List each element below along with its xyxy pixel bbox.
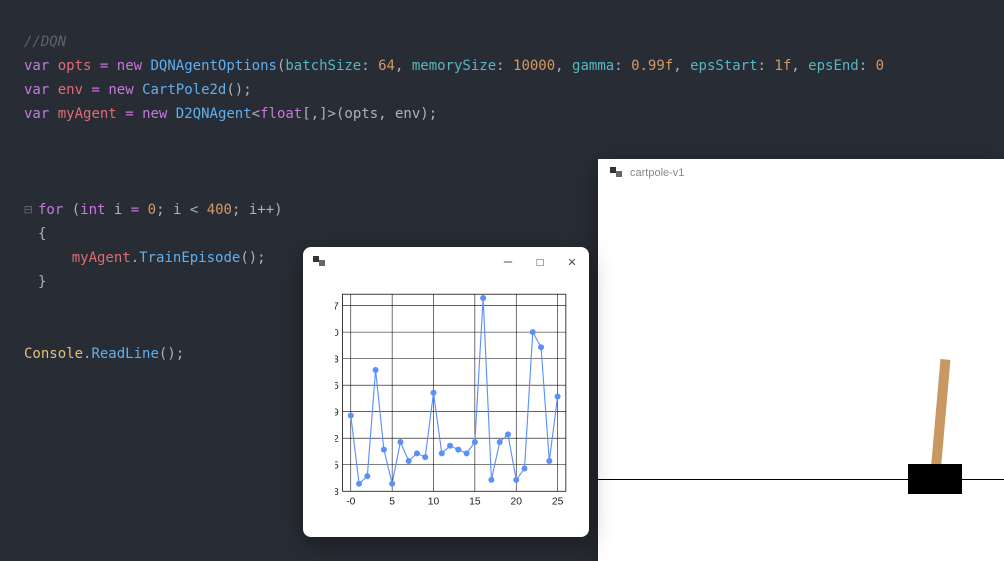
svg-text:25: 25 [552,496,564,507]
comment: //DQN [24,34,66,50]
cartpole-title: cartpole-v1 [630,167,684,179]
minimize-button[interactable]: — [501,255,515,269]
svg-text:10: 10 [428,496,440,507]
svg-text:57: 57 [335,301,339,312]
chart-window[interactable]: — ☐ ✕ 8 15 22 29 36 43 50 57 -0 5 10 15 20 25 [303,247,589,537]
code-line[interactable]: var myAgent = new D2QNAgent<float[,]>(op… [24,102,1004,126]
maximize-button[interactable]: ☐ [533,255,547,269]
code-line[interactable]: var opts = new DQNAgentOptions(batchSize… [24,54,1004,78]
svg-text:15: 15 [335,461,339,472]
svg-text:36: 36 [335,381,339,392]
svg-text:5: 5 [389,496,395,507]
svg-text:29: 29 [335,407,339,418]
code-line[interactable]: var env = new CartPole2d(); [24,78,1004,102]
cartpole-cart [908,464,962,494]
cartpole-window[interactable]: cartpole-v1 [598,159,1004,561]
chart-plot: 8 15 22 29 36 43 50 57 -0 5 10 15 20 25 [303,277,589,537]
cartpole-render [598,187,1004,561]
svg-text:43: 43 [335,354,339,365]
app-icon [610,167,622,179]
svg-text:15: 15 [469,496,481,507]
chart-svg: 8 15 22 29 36 43 50 57 -0 5 10 15 20 25 [335,281,579,527]
svg-text:22: 22 [335,434,339,445]
close-button[interactable]: ✕ [565,255,579,269]
svg-text:20: 20 [510,496,522,507]
svg-text:8: 8 [335,487,339,498]
cartpole-titlebar[interactable]: cartpole-v1 [598,159,1004,187]
app-icon [313,256,325,268]
code-line[interactable]: //DQN [24,30,1004,54]
svg-text:-0: -0 [346,496,355,507]
cartpole-pole [930,359,950,479]
fold-icon[interactable]: ⊟ [24,198,38,222]
chart-titlebar[interactable]: — ☐ ✕ [303,247,589,277]
svg-text:50: 50 [335,328,339,339]
